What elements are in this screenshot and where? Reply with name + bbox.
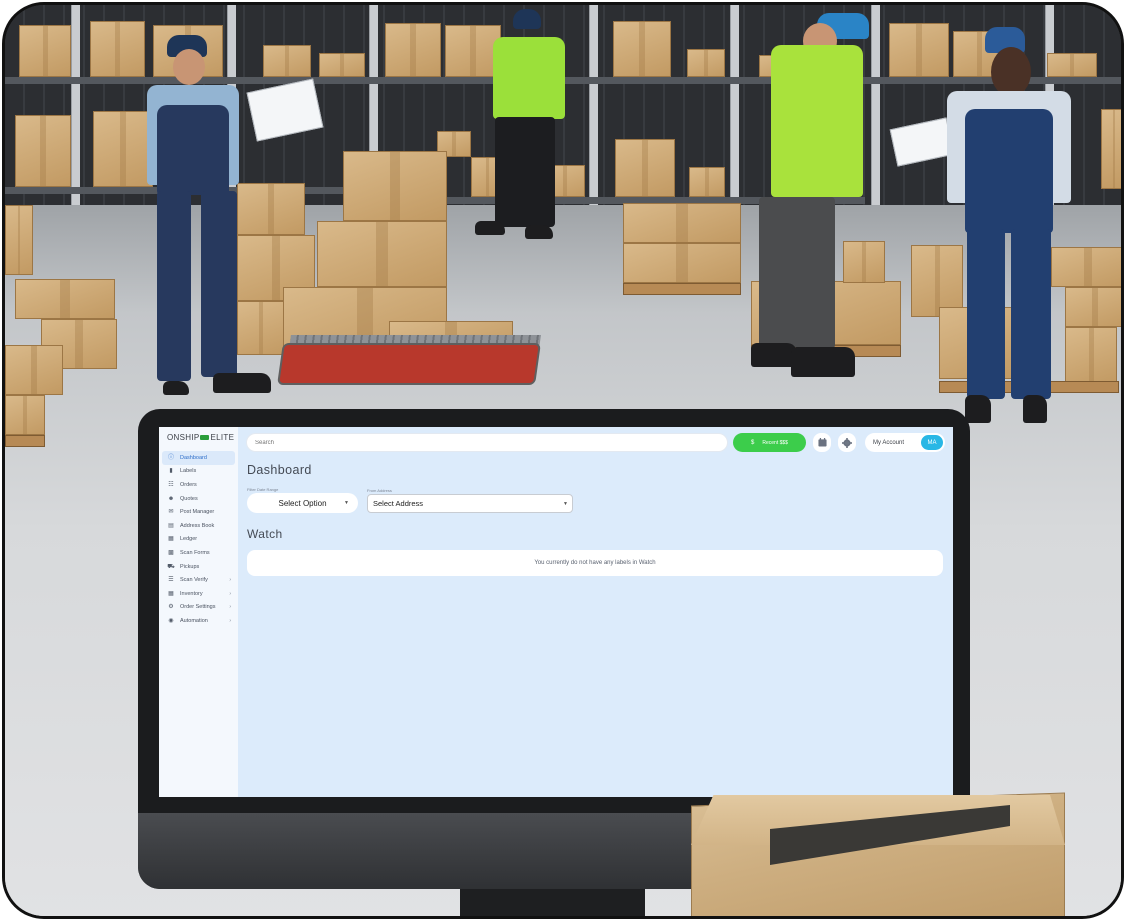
sidebar-item-label: Labels: [180, 468, 197, 475]
watch-empty-state: You currently do not have any labels in …: [247, 550, 943, 576]
chevron-right-icon: ›: [229, 604, 231, 611]
sidebar-item-label: Scan Forms: [180, 549, 210, 556]
sidebar-item-pickups[interactable]: ⛟ Pickups: [162, 560, 235, 574]
sidebar-item-label: Post Manager: [180, 509, 215, 516]
sidebar-item-label: Ledger: [180, 536, 198, 543]
sidebar: ONSHIP ELITE ⓘ Dashboard ▮ Labels ☷ Order…: [159, 427, 238, 797]
barcode-icon: ☰: [168, 577, 174, 584]
sidebar-item-labels[interactable]: ▮ Labels: [162, 465, 235, 479]
robot-icon: ◉: [168, 617, 174, 624]
sidebar-item-label: Inventory: [180, 590, 203, 597]
sidebar-item-inventory[interactable]: ▦ Inventory ›: [162, 587, 235, 601]
sidebar-item-label: Automation: [180, 617, 208, 624]
page-title: Dashboard: [247, 463, 312, 477]
from-address-value: Select Address: [373, 499, 424, 508]
sidebar-item-order-settings[interactable]: ⚙ Order Settings ›: [162, 601, 235, 615]
truck-icon: ⛟: [167, 563, 175, 570]
calendar-button[interactable]: [813, 433, 831, 452]
app-logo[interactable]: ONSHIP ELITE: [167, 433, 234, 442]
people-icon: ☻: [167, 495, 175, 502]
info-circle-icon: ⓘ: [168, 454, 175, 461]
from-address-select[interactable]: Select Address ▼: [367, 494, 573, 513]
pallet-cart: [277, 343, 541, 385]
sidebar-item-post-manager[interactable]: ✉ Post Manager: [162, 505, 235, 519]
filter-date-value: Select Option: [278, 498, 327, 508]
from-address-label: From Address: [367, 488, 392, 493]
watch-empty-text: You currently do not have any labels in …: [534, 560, 656, 566]
sidebar-item-quotes[interactable]: ☻ Quotes: [162, 492, 235, 506]
sidebar-item-orders[interactable]: ☷ Orders: [162, 478, 235, 492]
clipboard-icon: ☷: [168, 481, 174, 488]
settings-button[interactable]: [838, 433, 856, 452]
watch-title: Watch: [247, 527, 283, 541]
sidebar-item-label: Address Book: [180, 522, 215, 529]
chevron-right-icon: ›: [229, 577, 231, 584]
scan-form-icon: ▩: [168, 549, 174, 556]
logo-text-left: ONSHIP: [167, 433, 200, 442]
sidebar-item-label: Scan Verify: [180, 577, 208, 584]
graduation-cap-icon: [200, 435, 210, 441]
chevron-down-icon: ▼: [563, 500, 568, 507]
account-label: My Account: [873, 439, 905, 446]
label-icon: ▮: [169, 468, 173, 475]
chevron-right-icon: ›: [229, 590, 231, 597]
sidebar-item-scan-forms[interactable]: ▩ Scan Forms: [162, 546, 235, 560]
top-bar: $ Recent $$$ My Account: [246, 433, 946, 453]
gear-icon: [842, 437, 852, 448]
warehouse-photo: ONSHIP ELITE ⓘ Dashboard ▮ Labels ☷ Order…: [2, 2, 1124, 919]
chevron-down-icon: ▼: [344, 500, 349, 506]
monitor-stand: [460, 889, 645, 916]
account-menu[interactable]: My Account MA: [865, 433, 945, 452]
mailbox-icon: ✉: [168, 509, 174, 516]
calendar-icon: [817, 438, 827, 447]
sliders-icon: ⚙: [168, 604, 174, 611]
search-input[interactable]: [246, 433, 728, 452]
sidebar-item-label: Quotes: [180, 495, 198, 502]
add-funds-label: Recent $$$: [762, 439, 788, 446]
sidebar-item-label: Pickups: [180, 563, 200, 570]
sidebar-item-label: Order Settings: [180, 604, 216, 611]
chevron-right-icon: ›: [229, 617, 231, 624]
sidebar-item-address-book[interactable]: ▤ Address Book: [162, 519, 235, 533]
filter-date-label: Filter Date Range: [247, 487, 279, 492]
inventory-icon: ▦: [168, 590, 174, 597]
sidebar-item-label: Dashboard: [180, 454, 207, 461]
sidebar-item-dashboard[interactable]: ⓘ Dashboard: [162, 451, 235, 465]
avatar[interactable]: MA: [921, 435, 943, 450]
filter-date-select[interactable]: Select Option ▼: [247, 493, 358, 513]
add-funds-button[interactable]: $ Recent $$$: [733, 433, 806, 452]
ledger-icon: ▦: [168, 536, 174, 543]
sidebar-item-ledger[interactable]: ▦ Ledger: [162, 533, 235, 547]
sidebar-nav: ⓘ Dashboard ▮ Labels ☷ Orders ☻ Quotes ✉: [162, 451, 235, 628]
dollar-icon: $: [751, 439, 755, 446]
sidebar-item-label: Orders: [180, 481, 197, 488]
app-screen: ONSHIP ELITE ⓘ Dashboard ▮ Labels ☷ Order…: [159, 427, 953, 797]
sidebar-item-automation[interactable]: ◉ Automation ›: [162, 614, 235, 628]
book-icon: ▤: [168, 522, 174, 529]
sidebar-item-scan-verify[interactable]: ☰ Scan Verify ›: [162, 573, 235, 587]
logo-text-right: ELITE: [210, 433, 235, 442]
